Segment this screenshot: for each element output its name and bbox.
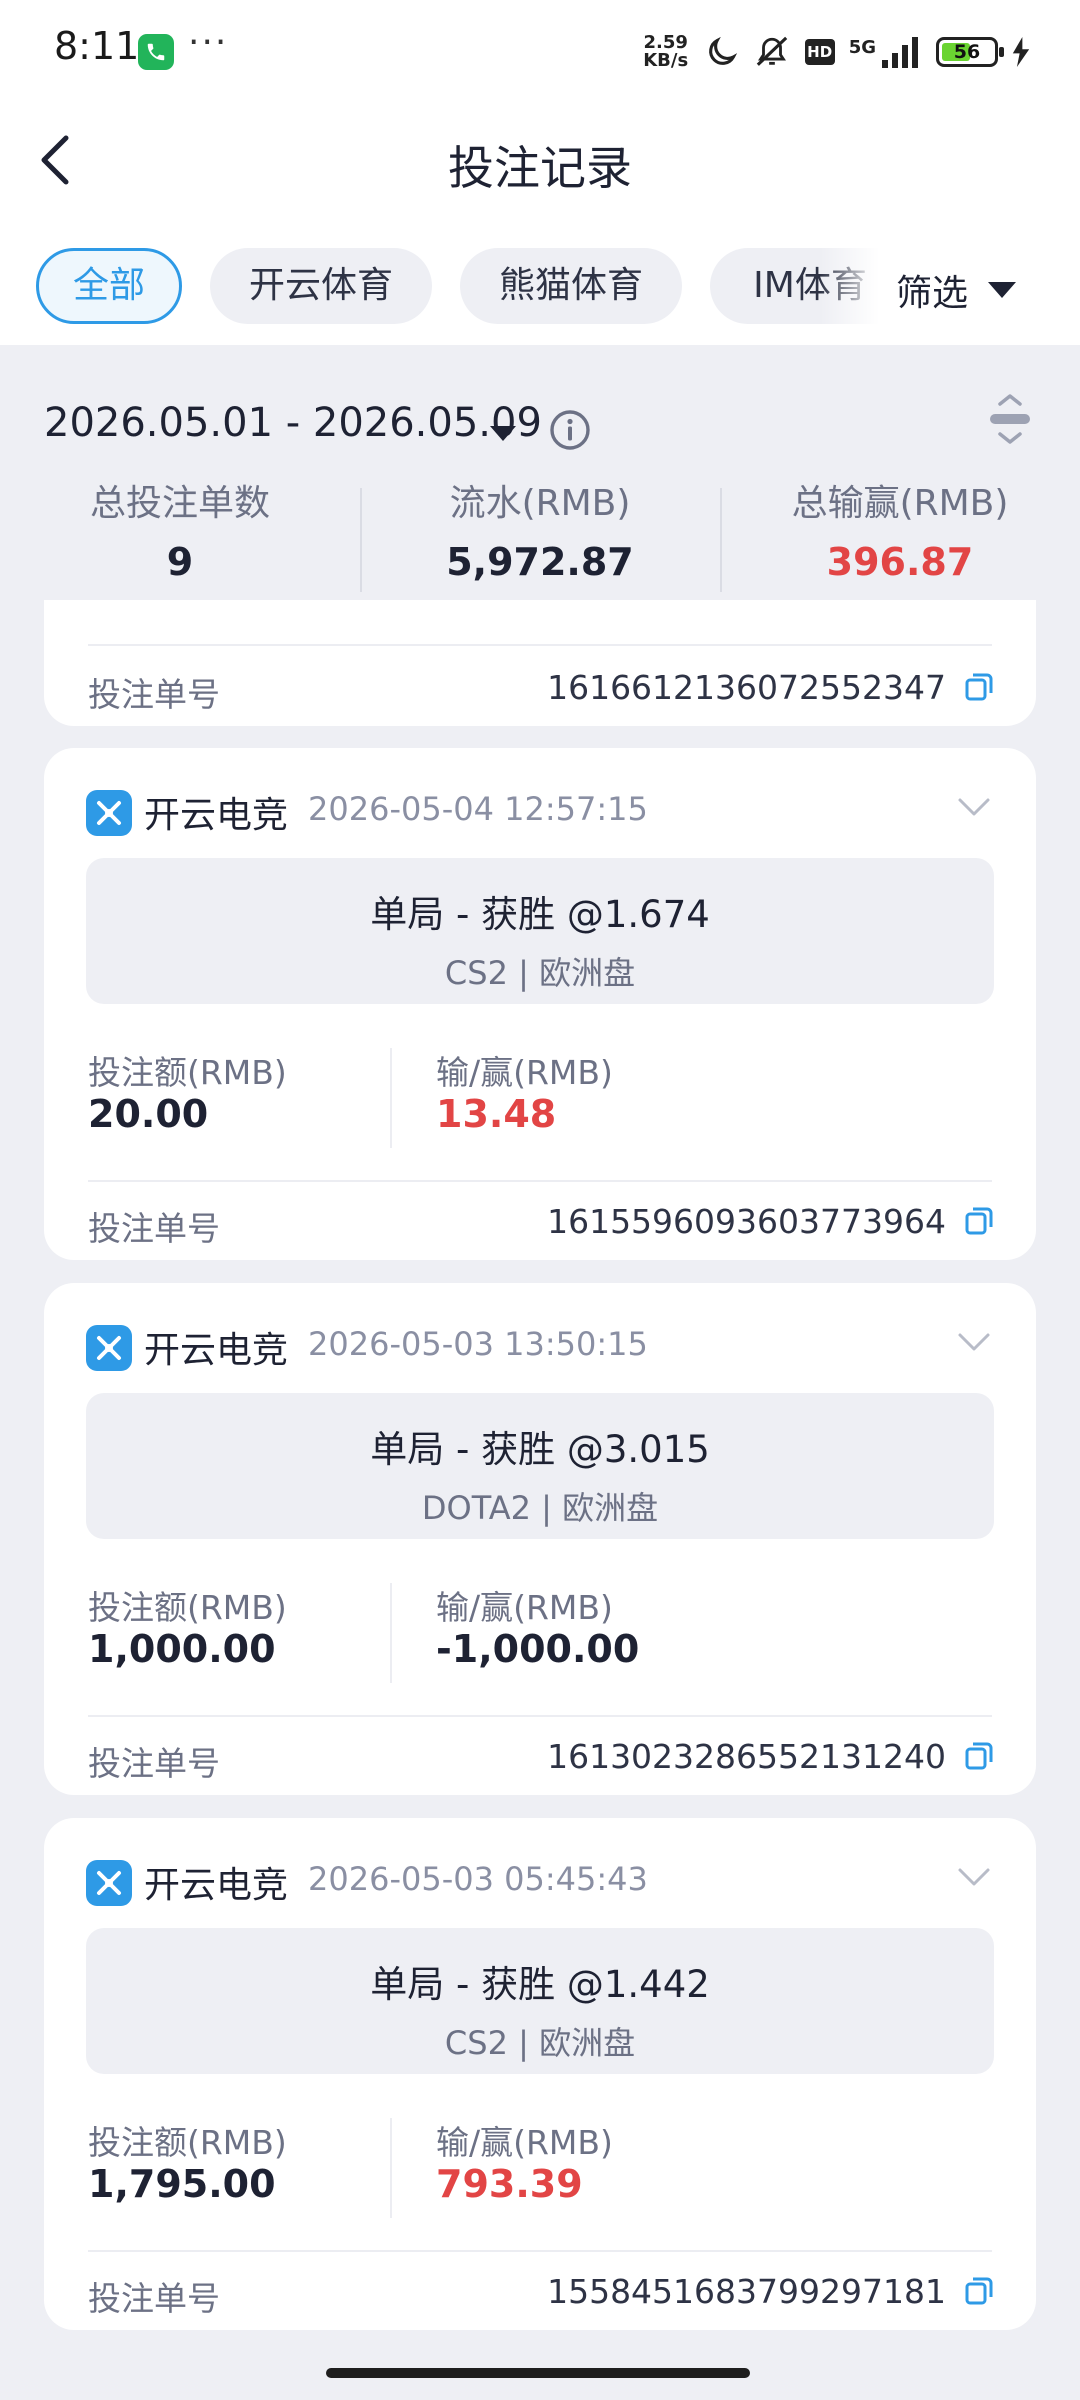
divider xyxy=(88,2250,992,2252)
chevron-down-icon[interactable] xyxy=(956,1866,992,1888)
divider xyxy=(88,1180,992,1182)
filter-label: 筛选 xyxy=(896,273,969,314)
tab-kaiyun-sports[interactable]: 开云体育 xyxy=(210,248,432,324)
brand-name: 开云电竞 xyxy=(144,1865,289,1906)
caret-down-icon[interactable] xyxy=(490,426,516,441)
kaiyun-esports-logo-icon xyxy=(86,1325,132,1371)
phone-call-icon xyxy=(138,34,174,70)
chevron-down-icon[interactable] xyxy=(956,796,992,818)
status-time: 8:11 xyxy=(54,24,140,68)
divider xyxy=(390,1048,392,1148)
order-id-label: 投注单号 xyxy=(88,675,220,714)
bet-game-odds-type: CS2 | 欧洲盘 xyxy=(444,2024,636,2062)
kaiyun-esports-logo-icon xyxy=(86,790,132,836)
collapse-expand-icon[interactable] xyxy=(986,392,1034,448)
order-id-value: 1613023286552131240 xyxy=(547,1737,946,1776)
network-speed: 2.59 KB/s xyxy=(641,34,691,70)
charging-icon xyxy=(1012,37,1030,67)
battery-cap xyxy=(999,47,1004,57)
copy-icon[interactable] xyxy=(964,1206,994,1236)
stat-turnover: 流水(RMB) 5,972.87 xyxy=(360,480,720,584)
chevron-down-icon[interactable] xyxy=(956,1331,992,1353)
signal-icon xyxy=(882,37,918,68)
bet-time: 2026-05-04 12:57:15 xyxy=(308,790,648,828)
stat-value: 9 xyxy=(166,540,194,584)
battery-icon: 56 xyxy=(936,37,1004,67)
provider-tabs: 全部 开云体育 熊猫体育 IM体育 筛选 xyxy=(0,240,1080,340)
stake-label: 投注额(RMB) xyxy=(88,2123,287,2162)
bet-record-card[interactable]: 开云电竞 2026-05-03 13:50:15 单局 - 获胜 @3.015 … xyxy=(44,1283,1036,1795)
copy-icon[interactable] xyxy=(964,2276,994,2306)
bet-record-card[interactable]: 开云电竞 2026-05-03 05:45:43 单局 - 获胜 @1.442 … xyxy=(44,1818,1036,2330)
bet-record-card[interactable]: 开云电竞 2026-05-04 12:57:15 单局 - 获胜 @1.674 … xyxy=(44,748,1036,1260)
order-id-value: 1616612136072552347 xyxy=(547,668,946,707)
stake-value: 1,795.00 xyxy=(88,2162,276,2206)
battery-level: 56 xyxy=(953,41,981,63)
order-id-value: 1615596093603773964 xyxy=(547,1202,946,1241)
home-indicator[interactable] xyxy=(326,2368,750,2378)
copy-icon[interactable] xyxy=(964,672,994,702)
bet-market: 单局 - 获胜 @3.015 xyxy=(370,1428,710,1471)
bet-selection: 单局 - 获胜 @3.015 DOTA2 | 欧洲盘 xyxy=(86,1393,994,1539)
kaiyun-esports-logo-icon xyxy=(86,1860,132,1906)
stake-label: 投注额(RMB) xyxy=(88,1053,287,1092)
stat-label: 总投注单数 xyxy=(89,483,270,524)
stat-label: 总输赢(RMB) xyxy=(791,483,1009,524)
date-range-selector[interactable]: 2026.05.01 - 2026.05.09 xyxy=(44,400,542,446)
stat-label: 流水(RMB) xyxy=(449,483,631,524)
status-indicators: 2.59 KB/s HD 5G 56 xyxy=(641,30,1030,74)
stake-value: 1,000.00 xyxy=(88,1627,276,1671)
bet-market: 单局 - 获胜 @1.674 xyxy=(370,893,710,936)
moon-icon xyxy=(708,36,737,65)
info-icon[interactable] xyxy=(548,408,592,452)
divider xyxy=(88,644,992,646)
stat-value: 396.87 xyxy=(826,540,974,584)
page-title: 投注记录 xyxy=(448,141,632,195)
order-id-label: 投注单号 xyxy=(88,2279,220,2318)
more-notifications-icon: ··· xyxy=(188,22,229,63)
network-speed-unit: KB/s xyxy=(643,50,689,71)
caret-down-icon xyxy=(988,282,1016,298)
bet-record-card: 投注单号 1616612136072552347 xyxy=(44,600,1036,726)
divider xyxy=(390,2118,392,2218)
bet-game-odds-type: DOTA2 | 欧洲盘 xyxy=(421,1489,659,1527)
stake-value: 20.00 xyxy=(88,1092,209,1136)
profit-loss-label: 输/赢(RMB) xyxy=(436,1588,613,1627)
profit-loss-value: 13.48 xyxy=(436,1092,557,1136)
hd-badge: HD xyxy=(804,39,835,65)
tab-panda-sports[interactable]: 熊猫体育 xyxy=(460,248,682,324)
copy-icon[interactable] xyxy=(964,1741,994,1771)
divider xyxy=(390,1583,392,1683)
bet-selection: 单局 - 获胜 @1.442 CS2 | 欧洲盘 xyxy=(86,1928,994,2074)
bet-market: 单局 - 获胜 @1.442 xyxy=(370,1963,710,2006)
mute-icon xyxy=(756,36,787,66)
network-type: 5G xyxy=(848,36,876,58)
bet-time: 2026-05-03 05:45:43 xyxy=(308,1860,648,1898)
tabs-fade xyxy=(820,240,890,340)
status-bar: 8:11 ··· 2.59 KB/s HD 5G 56 xyxy=(0,0,1080,100)
order-id-label: 投注单号 xyxy=(88,1209,220,1248)
stat-total-profit: 总输赢(RMB) 396.87 xyxy=(720,480,1080,584)
brand-name: 开云电竞 xyxy=(144,1330,289,1371)
bet-game-odds-type: CS2 | 欧洲盘 xyxy=(444,954,636,992)
filter-button[interactable]: 筛选 xyxy=(890,240,1080,340)
bet-time: 2026-05-03 13:50:15 xyxy=(308,1325,648,1363)
stat-total-bets: 总投注单数 9 xyxy=(0,480,360,584)
order-id-label: 投注单号 xyxy=(88,1744,220,1783)
top-panel: 8:11 ··· 2.59 KB/s HD 5G 56 投注记录 全部 开云体育… xyxy=(0,0,1080,345)
brand-name: 开云电竞 xyxy=(144,795,289,836)
profit-loss-value: -1,000.00 xyxy=(436,1627,640,1671)
profit-loss-label: 输/赢(RMB) xyxy=(436,1053,613,1092)
bet-selection: 单局 - 获胜 @1.674 CS2 | 欧洲盘 xyxy=(86,858,994,1004)
profit-loss-label: 输/赢(RMB) xyxy=(436,2123,613,2162)
stake-label: 投注额(RMB) xyxy=(88,1588,287,1627)
tab-all[interactable]: 全部 xyxy=(36,248,182,324)
profit-loss-value: 793.39 xyxy=(436,2162,583,2206)
summary-stats: 总投注单数 9 流水(RMB) 5,972.87 总输赢(RMB) 396.87 xyxy=(0,480,1080,592)
stat-value: 5,972.87 xyxy=(446,540,634,584)
divider xyxy=(88,1715,992,1717)
order-id-value: 1558451683799297181 xyxy=(547,2272,946,2311)
